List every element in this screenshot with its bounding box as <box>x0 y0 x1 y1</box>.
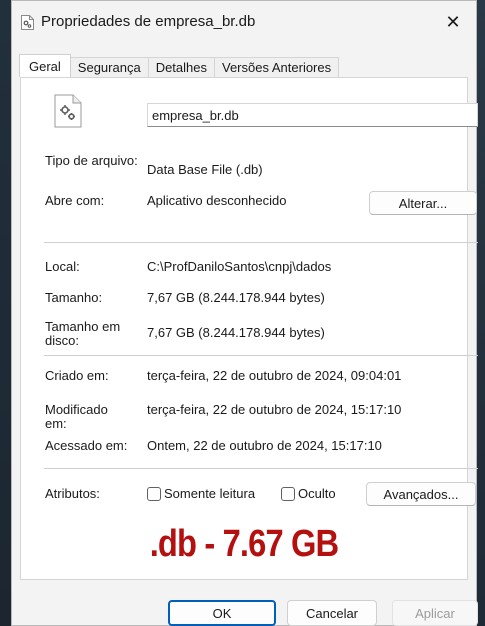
size-value: 7,67 GB (8.244.178.944 bytes) <box>147 290 325 305</box>
type-value: Data Base File (.db) <box>147 162 263 177</box>
created-label: Criado em: <box>45 368 109 383</box>
modified-label: Modificado em: <box>45 402 108 431</box>
size-on-disk-label: Tamanho em disco: <box>45 319 121 348</box>
file-name-input[interactable] <box>147 103 478 127</box>
close-button[interactable]: ✕ <box>430 1 476 43</box>
readonly-label: Somente leitura <box>164 486 256 501</box>
hidden-checkbox-box[interactable] <box>281 486 295 501</box>
tab-bar: Geral Segurança Detalhes Versões Anterio… <box>19 54 340 77</box>
window-title: Propriedades de empresa_br.db <box>41 13 256 30</box>
change-button[interactable]: Alterar... <box>369 191 477 215</box>
location-label: Local: <box>45 259 80 274</box>
attributes-label: Atributos: <box>45 486 100 501</box>
tab-previous-versions[interactable]: Versões Anteriores <box>214 57 340 77</box>
separator <box>44 242 478 243</box>
general-panel: Tipo de arquivo: Data Base File (.db) Ab… <box>20 77 478 580</box>
opens-with-label: Abre com: <box>45 193 105 208</box>
properties-dialog: Propriedades de empresa_br.db ✕ Geral Se… <box>11 0 478 626</box>
tab-details[interactable]: Detalhes <box>147 57 215 77</box>
apply-button[interactable]: Aplicar <box>392 600 478 626</box>
accessed-label: Acessado em: <box>45 438 128 453</box>
separator <box>44 468 478 469</box>
size-label: Tamanho: <box>45 290 103 305</box>
readonly-checkbox-box[interactable] <box>147 486 161 501</box>
tab-general[interactable]: Geral <box>19 54 71 77</box>
advanced-button[interactable]: Avançados... <box>366 482 476 506</box>
desktop-background-right <box>477 0 485 626</box>
separator <box>44 355 478 356</box>
file-settings-icon <box>21 15 34 30</box>
ok-button[interactable]: OK <box>168 600 276 626</box>
close-icon: ✕ <box>445 11 461 32</box>
tab-security[interactable]: Segurança <box>69 57 149 77</box>
hidden-label: Oculto <box>298 486 336 501</box>
size-on-disk-value: 7,67 GB (8.244.178.944 bytes) <box>147 325 325 340</box>
location-value: C:\ProfDaniloSantos\cnpj\dados <box>147 259 332 274</box>
title-bar[interactable]: Propriedades de empresa_br.db ✕ <box>12 1 476 43</box>
modified-value: terça-feira, 22 de outubro de 2024, 15:1… <box>147 402 402 417</box>
cancel-button[interactable]: Cancelar <box>287 600 377 626</box>
settings-file-icon <box>54 94 82 128</box>
created-value: terça-feira, 22 de outubro de 2024, 09:0… <box>147 368 402 383</box>
hidden-checkbox[interactable]: Oculto <box>281 486 336 501</box>
accessed-value: Ontem, 22 de outubro de 2024, 15:17:10 <box>147 438 382 453</box>
readonly-checkbox[interactable]: Somente leitura <box>147 486 255 501</box>
desktop-background-left <box>0 0 11 626</box>
opens-with-value: Aplicativo desconhecido <box>147 193 287 208</box>
overlay-annotation: .db - 7.67 GB <box>149 523 339 565</box>
type-label: Tipo de arquivo: <box>45 153 138 168</box>
